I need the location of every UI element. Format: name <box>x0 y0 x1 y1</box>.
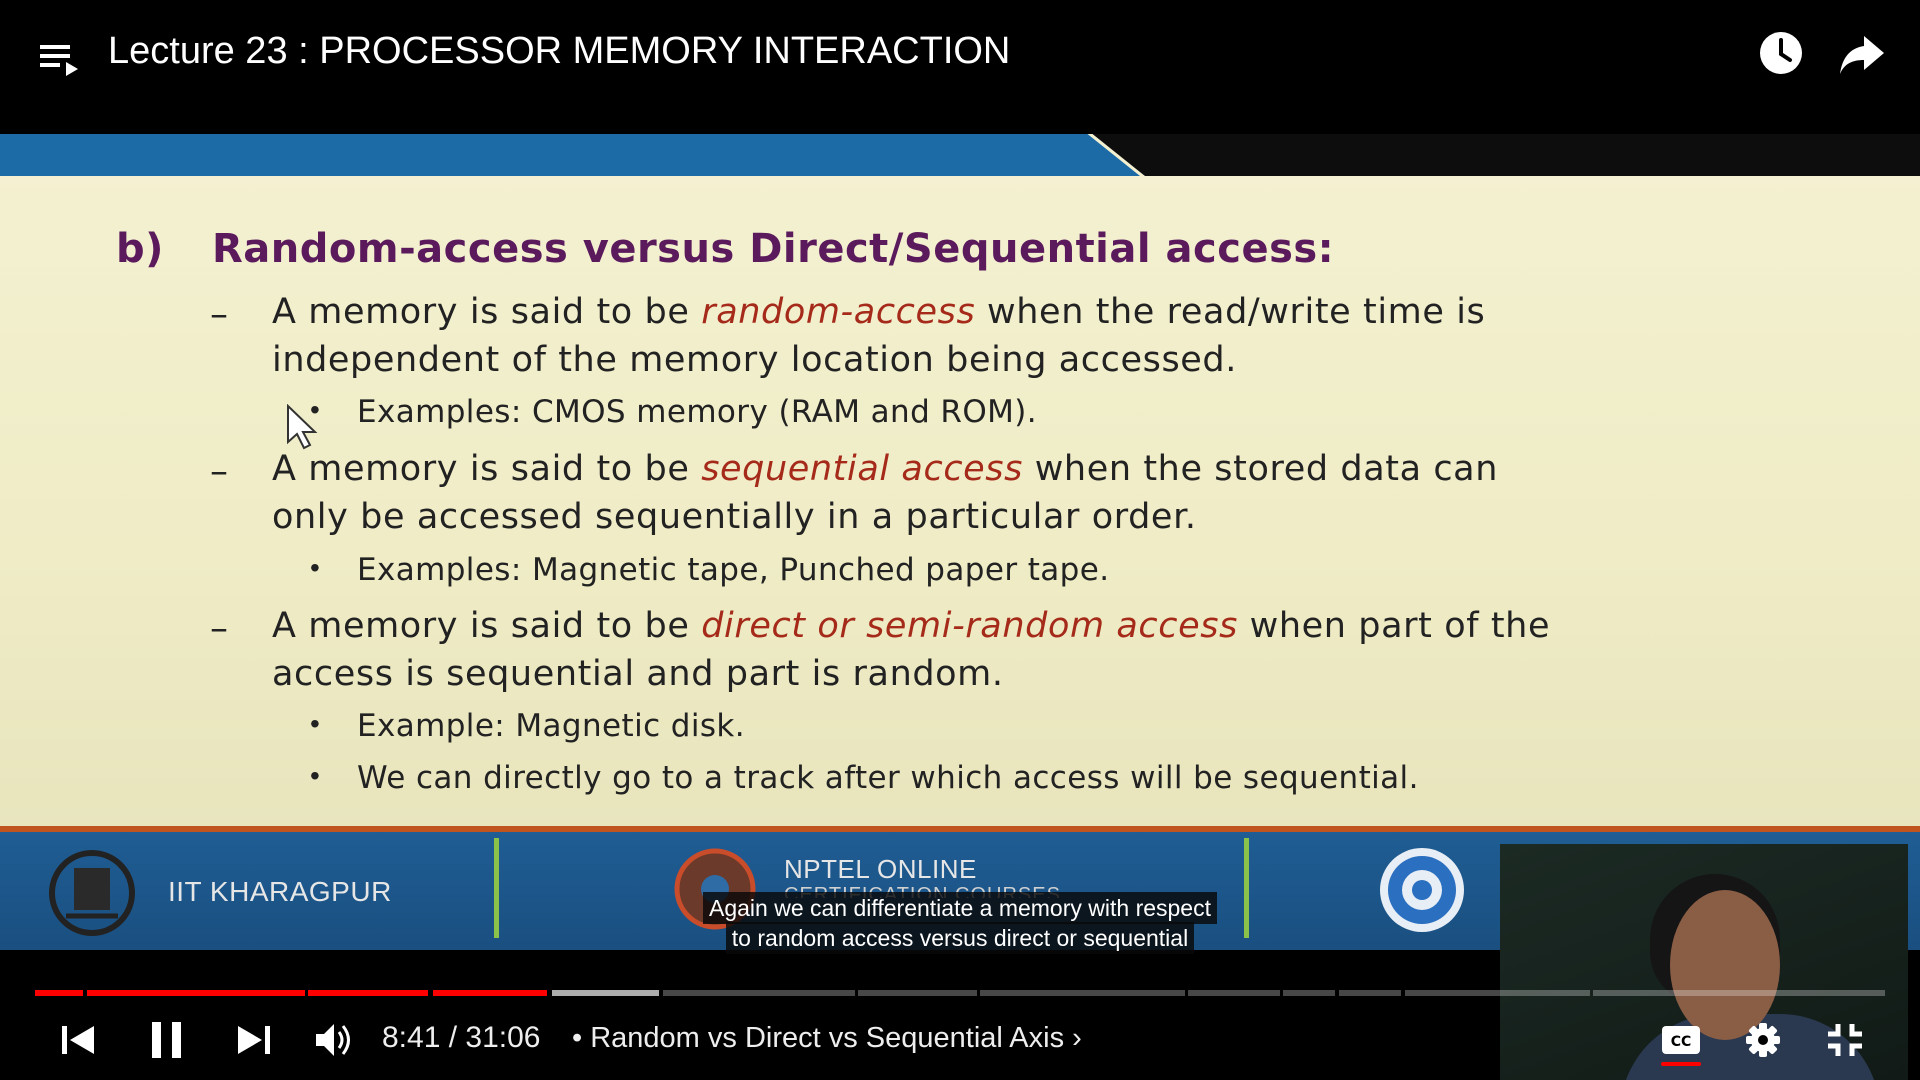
point-2-example-1: Examples: Magnetic tape, Punched paper t… <box>357 552 1110 588</box>
captions-active-indicator <box>1661 1062 1701 1066</box>
caption-line-2: to random access versus direct or sequen… <box>0 922 1920 954</box>
point-text: A memory is said to be <box>272 292 702 332</box>
dash-bullet: – <box>210 294 228 335</box>
chapter-segment[interactable] <box>1283 990 1335 996</box>
point-text: when the read/write time is <box>975 292 1486 332</box>
point-2-line-1: A memory is said to be sequential access… <box>272 449 1498 489</box>
point-text: when part of the <box>1237 606 1551 646</box>
dash-bullet: – <box>210 608 228 649</box>
point-text: when the stored data can <box>1022 449 1499 489</box>
playlist-icon[interactable] <box>38 38 82 82</box>
chapter-button[interactable]: • Random vs Direct vs Sequential Axis › <box>572 1022 1082 1055</box>
chapter-segment[interactable] <box>1405 990 1590 996</box>
point-text: A memory is said to be <box>272 449 702 489</box>
top-bar: Lecture 23 : PROCESSOR MEMORY INTERACTIO… <box>0 0 1920 110</box>
chapter-segment[interactable] <box>1188 990 1280 996</box>
time-current: 8:41 <box>382 1021 441 1054</box>
nptel-text: NPTEL ONLINE <box>784 854 977 884</box>
caption-text: to random access versus direct or sequen… <box>725 922 1195 954</box>
exit-fullscreen-icon[interactable] <box>1824 1016 1866 1064</box>
point-1-line-2: independent of the memory location being… <box>272 340 1237 380</box>
slide-heading: b) Random-access versus Direct/Sequential… <box>116 226 1334 272</box>
dash-bullet: – <box>210 451 228 492</box>
svg-text:CC: CC <box>1671 1034 1692 1050</box>
cc-icon[interactable]: CC <box>1660 1016 1702 1064</box>
pause-icon[interactable] <box>146 1016 188 1064</box>
skip-next-icon[interactable] <box>232 1016 274 1064</box>
point-3-line-2: access is sequential and part is random. <box>272 654 1004 694</box>
chapter-separator: • <box>572 1022 591 1054</box>
point-1-line-1: A memory is said to be random-access whe… <box>272 292 1485 332</box>
slide-top-strip-dark <box>1090 134 1920 176</box>
share-icon[interactable] <box>1838 32 1886 76</box>
caption-text: Again we can differentiate a memory with… <box>703 892 1217 924</box>
point-1-example-1: Examples: CMOS memory (RAM and ROM). <box>357 394 1038 430</box>
point-2-line-2: only be accessed sequentially in a parti… <box>272 497 1197 537</box>
played-segment <box>87 990 305 996</box>
point-emphasis: sequential access <box>701 449 1023 489</box>
chapter-segment[interactable] <box>663 990 855 996</box>
point-emphasis: random-access <box>701 292 976 332</box>
chapter-segment[interactable] <box>1339 990 1401 996</box>
lecture-slide: b) Random-access versus Direct/Sequential… <box>0 134 1920 834</box>
mouse-cursor-icon <box>287 404 318 450</box>
slide-top-strip <box>0 134 1140 176</box>
point-text: A memory is said to be <box>272 606 702 646</box>
progress-bar[interactable] <box>35 990 1885 996</box>
bullet-icon: • <box>310 552 320 583</box>
buffered-segment <box>552 990 659 996</box>
chapter-segment[interactable] <box>858 990 977 996</box>
point-emphasis: direct or semi-random access <box>701 606 1238 646</box>
chapter-segment[interactable] <box>1593 990 1885 996</box>
played-segment <box>308 990 428 996</box>
chapter-title: Random vs Direct vs Sequential Axis <box>590 1022 1065 1054</box>
time-separator: / <box>440 1021 466 1054</box>
chevron-right-icon: › <box>1072 1022 1082 1054</box>
video-title[interactable]: Lecture 23 : PROCESSOR MEMORY INTERACTIO… <box>108 30 1010 73</box>
played-segment <box>35 990 83 996</box>
point-3-line-1: A memory is said to be direct or semi-ra… <box>272 606 1550 646</box>
slide-heading-text: Random-access versus Direct/Sequential a… <box>212 226 1335 272</box>
skip-previous-icon[interactable] <box>58 1016 100 1064</box>
volume-icon[interactable] <box>312 1016 356 1064</box>
played-segment <box>433 990 547 996</box>
slide-heading-label: b) <box>116 226 164 272</box>
bullet-icon: • <box>310 708 320 739</box>
time-total: 31:06 <box>465 1021 541 1054</box>
chapter-segment[interactable] <box>980 990 1185 996</box>
clock-icon[interactable] <box>1758 30 1804 76</box>
bullet-icon: • <box>310 760 320 791</box>
caption-line-1: Again we can differentiate a memory with… <box>0 892 1920 924</box>
point-3-example-2: We can directly go to a track after whic… <box>357 760 1419 796</box>
point-3-example-1: Example: Magnetic disk. <box>357 708 746 744</box>
time-display: 8:41 / 31:06 <box>382 1021 540 1055</box>
gear-icon[interactable] <box>1742 1016 1784 1064</box>
